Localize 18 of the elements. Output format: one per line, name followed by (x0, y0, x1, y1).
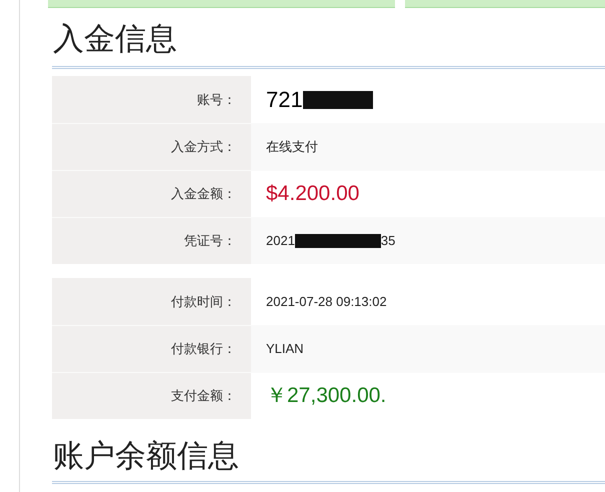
field-label: 账号： (197, 90, 236, 109)
field-value: ￥27,300.00. (266, 383, 386, 410)
field-label: 付款银行： (171, 340, 236, 358)
field-value: 721 (266, 86, 303, 114)
field-value: 35 (380, 232, 396, 250)
field-label: 付款时间： (171, 292, 236, 311)
field-value: 2021 (266, 232, 295, 250)
section-title: 入金信息 (53, 21, 177, 56)
field-value: 在线支付 (266, 138, 318, 156)
field-label: 支付金额： (171, 387, 236, 406)
field-value: $4.200.00 (266, 181, 360, 208)
field-label: 入金金额： (171, 185, 236, 204)
field-value: 2021-07-28 09:13:02 (266, 292, 387, 311)
field-value: YLIAN (266, 340, 304, 358)
section-title: 账户余额信息 (53, 438, 239, 473)
field-label: 凭证号： (184, 232, 236, 250)
field-label: 入金方式： (171, 138, 236, 156)
redaction-bar (302, 90, 373, 108)
